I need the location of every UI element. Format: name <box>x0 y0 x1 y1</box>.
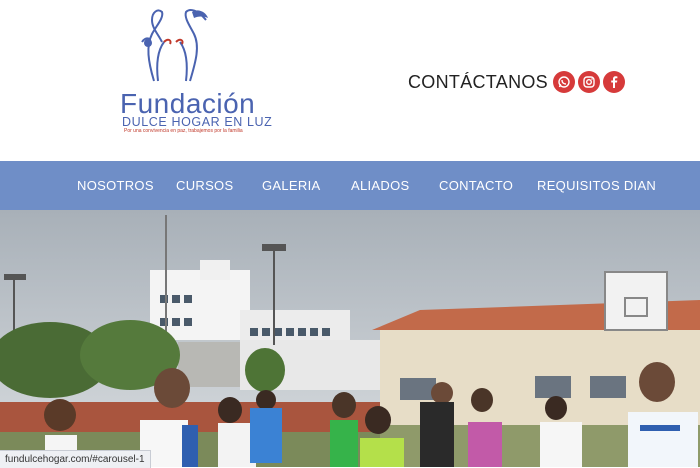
carousel-photo <box>0 210 700 467</box>
facebook-icon[interactable] <box>602 71 625 93</box>
logo-subtitle: DULCE HOGAR EN LUZ <box>122 115 273 129</box>
hero-carousel[interactable] <box>0 210 700 467</box>
nav-item-cursos[interactable]: CURSOS <box>176 161 233 210</box>
nav-item-contacto[interactable]: CONTACTO <box>439 161 513 210</box>
main-nav: NOSOTROS CURSOS GALERIA ALIADOS CONTACTO… <box>0 161 700 210</box>
status-bar-url: fundulcehogar.com/#carousel-1 <box>0 450 151 468</box>
nav-item-galeria[interactable]: GALERIA <box>262 161 320 210</box>
site-header: Fundación DULCE HOGAR EN LUZ Por una con… <box>0 0 700 161</box>
contact-block: CONTÁCTANOS <box>408 66 625 98</box>
whatsapp-icon[interactable] <box>552 71 575 93</box>
contact-label[interactable]: CONTÁCTANOS <box>408 72 548 93</box>
instagram-icon[interactable] <box>577 71 600 93</box>
nav-item-aliados[interactable]: ALIADOS <box>351 161 409 210</box>
nav-item-nosotros[interactable]: NOSOTROS <box>77 161 154 210</box>
logo-tagline: Por una convivencia en paz, trabajemos p… <box>124 128 243 134</box>
logo-figures-icon <box>141 9 208 82</box>
foundation-logo[interactable]: Fundación DULCE HOGAR EN LUZ Por una con… <box>112 6 272 136</box>
nav-item-requisitos-dian[interactable]: REQUISITOS DIAN <box>537 161 656 210</box>
